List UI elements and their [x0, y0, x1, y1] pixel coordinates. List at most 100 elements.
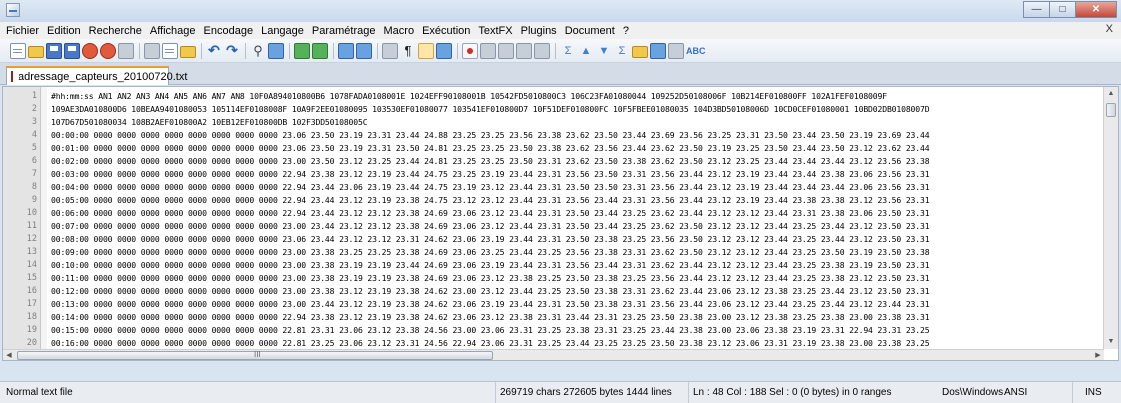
editor-line[interactable]: 2 109AE3DA010800D6 10BEAA9401080053 10511…	[3, 102, 1103, 115]
redo-icon[interactable]: ↷	[224, 42, 240, 59]
line-text[interactable]: 00:10:00 0000 0000 0000 0000 0000 0000 0…	[51, 260, 930, 270]
line-text[interactable]: 00:01:00 0000 0000 0000 0000 0000 0000 0…	[51, 143, 930, 153]
monitor-icon[interactable]	[668, 42, 684, 59]
spellcheck-icon[interactable]: ABC	[686, 43, 706, 59]
save-macro-icon[interactable]	[534, 42, 550, 59]
close-button[interactable]: ✕	[1075, 1, 1117, 18]
editor-line[interactable]: 10 00:06:00 0000 0000 0000 0000 0000 0000…	[3, 206, 1103, 219]
trim-icon[interactable]: Σ	[560, 43, 576, 59]
line-text[interactable]: 00:00:00 0000 0000 0000 0000 0000 0000 0…	[51, 130, 930, 140]
vertical-scroll-thumb[interactable]	[1106, 103, 1116, 117]
tab-adressage-capteurs[interactable]: adressage_capteurs_20100720.txt	[6, 66, 187, 85]
menu-item-encodage[interactable]: Encodage	[200, 25, 258, 37]
status-insert-mode[interactable]: INS	[1072, 382, 1121, 403]
menu-item-edition[interactable]: Edition	[43, 25, 85, 37]
menu-item-parametrage[interactable]: Paramétrage	[308, 25, 380, 37]
line-text[interactable]: 00:02:00 0000 0000 0000 0000 0000 0000 0…	[51, 156, 930, 166]
line-text[interactable]: 107D67D501080034 108B2AEF010800A2 10EB12…	[51, 117, 368, 127]
menu-item-help[interactable]: ?	[619, 25, 633, 37]
zoom-out-icon[interactable]	[312, 42, 328, 59]
minimize-button[interactable]: —	[1023, 1, 1049, 18]
menu-item-macro[interactable]: Macro	[380, 25, 419, 37]
indent-guide-icon[interactable]	[418, 42, 434, 59]
line-text[interactable]: 00:08:00 0000 0000 0000 0000 0000 0000 0…	[51, 234, 930, 244]
scroll-left-icon[interactable]: ◀	[3, 350, 15, 360]
close-document-button[interactable]: X	[1106, 23, 1113, 35]
doc-map-icon[interactable]	[632, 45, 648, 58]
line-text[interactable]: 00:14:00 0000 0000 0000 0000 0000 0000 0…	[51, 312, 930, 322]
sum-icon[interactable]: Σ	[614, 43, 630, 59]
editor-line[interactable]: 7 00:03:00 0000 0000 0000 0000 0000 0000 …	[3, 167, 1103, 180]
line-text[interactable]: #hh:mm:ss AN1 AN2 AN3 AN4 AN5 AN6 AN7 AN…	[51, 91, 887, 101]
stop-macro-icon[interactable]	[480, 42, 496, 59]
editor-line[interactable]: 3 107D67D501080034 108B2AEF010800A2 10EB1…	[3, 115, 1103, 128]
run-macro-multiple-icon[interactable]	[516, 42, 532, 59]
record-macro-icon[interactable]	[462, 42, 478, 59]
line-text[interactable]: 00:12:00 0000 0000 0000 0000 0000 0000 0…	[51, 286, 930, 296]
print-icon[interactable]	[118, 42, 134, 59]
line-text[interactable]: 00:05:00 0000 0000 0000 0000 0000 0000 0…	[51, 195, 930, 205]
editor-line[interactable]: 13 00:09:00 0000 0000 0000 0000 0000 0000…	[3, 245, 1103, 258]
menu-item-execution[interactable]: Exécution	[418, 25, 474, 37]
menu-item-plugins[interactable]: Plugins	[517, 25, 561, 37]
editor-line[interactable]: 11 00:07:00 0000 0000 0000 0000 0000 0000…	[3, 219, 1103, 232]
text-editor[interactable]: 1 #hh:mm:ss AN1 AN2 AN3 AN4 AN5 AN6 AN7 A…	[2, 86, 1119, 361]
line-text[interactable]: 00:09:00 0000 0000 0000 0000 0000 0000 0…	[51, 247, 930, 257]
app-icon[interactable]	[6, 3, 20, 17]
copy-icon[interactable]	[162, 42, 178, 59]
menu-item-affichage[interactable]: Affichage	[146, 25, 200, 37]
scroll-down-icon[interactable]: ▼	[1104, 335, 1118, 349]
editor-line[interactable]: 8 00:04:00 0000 0000 0000 0000 0000 0000 …	[3, 180, 1103, 193]
save-all-icon[interactable]	[64, 42, 80, 59]
line-text[interactable]: 00:11:00 0000 0000 0000 0000 0000 0000 0…	[51, 273, 930, 283]
scroll-right-icon[interactable]: ▶	[1092, 350, 1104, 360]
replace-icon[interactable]	[268, 42, 284, 59]
editor-line[interactable]: 12 00:08:00 0000 0000 0000 0000 0000 0000…	[3, 232, 1103, 245]
show-all-chars-icon[interactable]: ¶	[400, 43, 416, 59]
cut-icon[interactable]	[144, 42, 160, 59]
vertical-scrollbar[interactable]: ▲ ▼	[1103, 87, 1118, 349]
line-text[interactable]: 00:06:00 0000 0000 0000 0000 0000 0000 0…	[51, 208, 930, 218]
menu-item-fichier[interactable]: Fichier	[0, 25, 43, 37]
save-icon[interactable]	[46, 42, 62, 59]
menu-item-recherche[interactable]: Recherche	[85, 25, 146, 37]
sync-vertical-icon[interactable]	[338, 42, 354, 59]
menu-item-langage[interactable]: Langage	[257, 25, 308, 37]
new-file-icon[interactable]	[10, 42, 26, 59]
undo-icon[interactable]: ↶	[206, 42, 222, 59]
editor-line[interactable]: 6 00:02:00 0000 0000 0000 0000 0000 0000 …	[3, 154, 1103, 167]
line-text[interactable]: 00:13:00 0000 0000 0000 0000 0000 0000 0…	[51, 299, 930, 309]
paste-icon[interactable]	[180, 45, 196, 58]
line-text[interactable]: 109AE3DA010800D6 10BEAA9401080053 105114…	[51, 104, 930, 114]
editor-line[interactable]: 18 00:14:00 0000 0000 0000 0000 0000 0000…	[3, 310, 1103, 323]
maximize-button[interactable]: □	[1049, 1, 1075, 18]
panel-icon[interactable]	[650, 42, 666, 59]
word-wrap-icon[interactable]	[382, 42, 398, 59]
editor-line[interactable]: 4 00:00:00 0000 0000 0000 0000 0000 0000 …	[3, 128, 1103, 141]
up-icon[interactable]: ▲	[578, 43, 594, 59]
menu-item-textfx[interactable]: TextFX	[474, 25, 516, 37]
editor-line[interactable]: 9 00:05:00 0000 0000 0000 0000 0000 0000 …	[3, 193, 1103, 206]
line-text[interactable]: 00:03:00 0000 0000 0000 0000 0000 0000 0…	[51, 169, 930, 179]
editor-line[interactable]: 16 00:12:00 0000 0000 0000 0000 0000 0000…	[3, 284, 1103, 297]
open-folder-icon[interactable]	[28, 45, 44, 58]
status-encoding[interactable]: ANSI	[1000, 382, 1072, 403]
user-lang-icon[interactable]	[436, 42, 452, 59]
editor-line[interactable]: 5 00:01:00 0000 0000 0000 0000 0000 0000 …	[3, 141, 1103, 154]
scroll-up-icon[interactable]: ▲	[1104, 87, 1118, 101]
close-all-icon[interactable]	[100, 42, 116, 59]
editor-line[interactable]: 20 00:16:00 0000 0000 0000 0000 0000 0000…	[3, 336, 1103, 349]
editor-line[interactable]: 14 00:10:00 0000 0000 0000 0000 0000 0000…	[3, 258, 1103, 271]
down-icon[interactable]: ▼	[596, 43, 612, 59]
find-icon[interactable]: ⚲	[250, 43, 266, 59]
horizontal-scroll-thumb[interactable]: III	[17, 350, 493, 360]
play-macro-icon[interactable]	[498, 42, 514, 59]
sync-horizontal-icon[interactable]	[356, 42, 372, 59]
horizontal-scrollbar[interactable]: ◀ III ▶	[3, 349, 1104, 360]
editor-line[interactable]: 1 #hh:mm:ss AN1 AN2 AN3 AN4 AN5 AN6 AN7 A…	[3, 89, 1103, 102]
close-icon[interactable]	[82, 42, 98, 59]
menu-item-document[interactable]: Document	[561, 25, 619, 37]
zoom-in-icon[interactable]	[294, 42, 310, 59]
status-eol-format[interactable]: Dos\Windows	[916, 382, 1003, 403]
line-text[interactable]: 00:15:00 0000 0000 0000 0000 0000 0000 0…	[51, 325, 930, 335]
